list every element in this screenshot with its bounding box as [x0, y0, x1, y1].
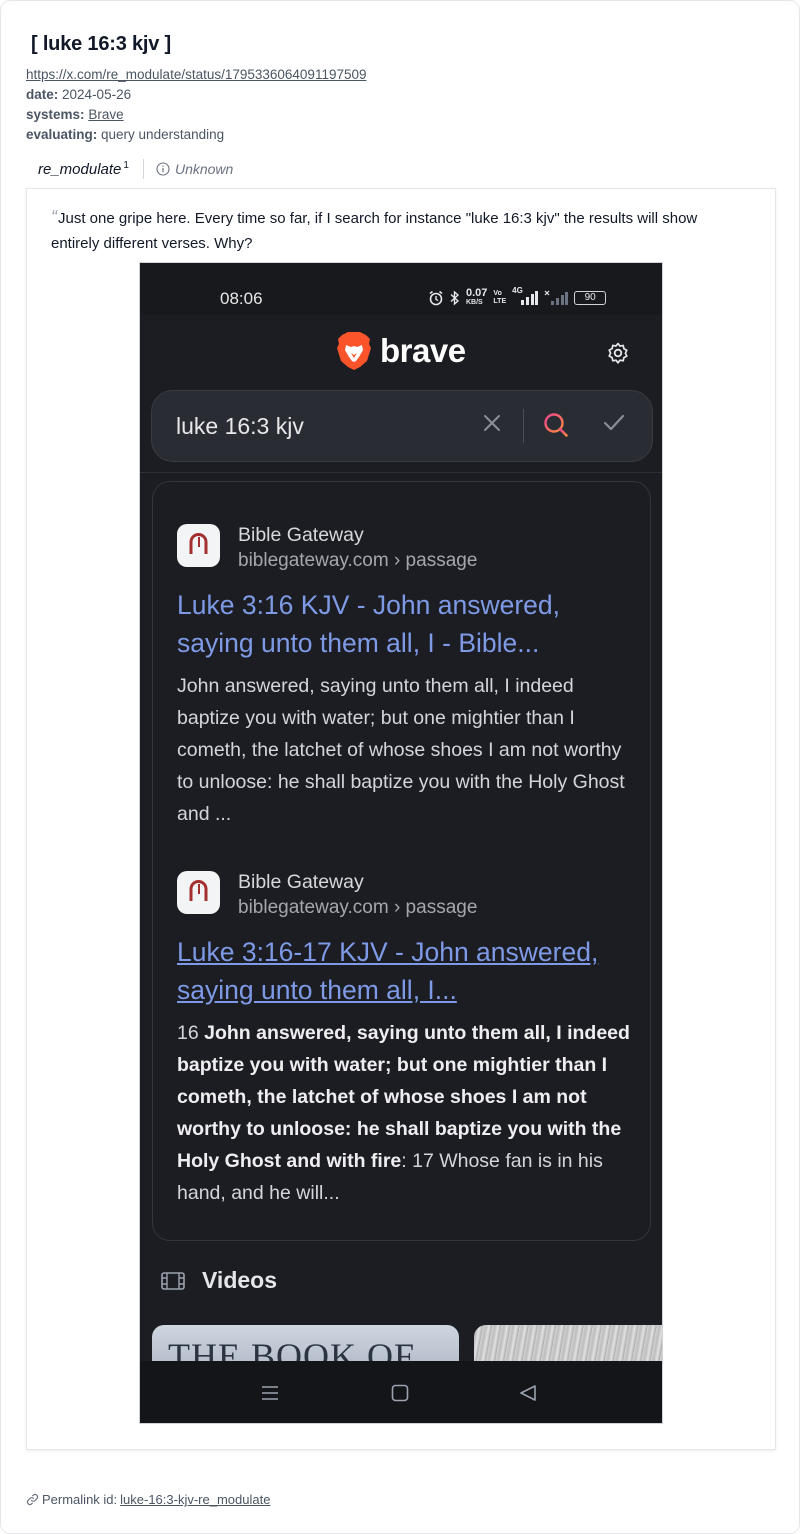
volte-bottom: LTE	[493, 298, 507, 305]
status-time: 08:06	[220, 289, 263, 308]
signal-icon	[521, 291, 539, 305]
net-speed-unit: KB/S	[466, 299, 483, 306]
home-button[interactable]	[390, 1383, 410, 1408]
result-site-name: Bible Gateway	[238, 871, 364, 893]
alarm-icon	[429, 290, 443, 306]
header-divider	[140, 472, 662, 473]
confirm-button[interactable]	[602, 413, 626, 438]
systems-link[interactable]: Brave	[88, 107, 123, 122]
checkmark-icon	[603, 414, 625, 431]
result-description: John answered, saying unto them all, I i…	[177, 675, 625, 825]
author-name: re_modulate	[38, 161, 122, 178]
quote-mark: “	[51, 207, 57, 227]
source-link-row: https://x.com/re_modulate/status/1795336…	[26, 67, 367, 82]
close-icon	[484, 415, 500, 431]
net-speed: 0.07 KB/S	[466, 287, 488, 307]
brave-lion-icon	[337, 332, 371, 370]
film-icon	[161, 1271, 185, 1290]
permalink-label: Permalink id:	[42, 1492, 118, 1507]
search-divider	[523, 409, 524, 443]
status-bar: 08:06 0.07 KB/S Vo LTE 4G 90	[140, 263, 662, 315]
brave-logo: brave	[336, 331, 466, 371]
bluetooth-icon	[450, 290, 460, 306]
result-site-name: Bible Gateway	[238, 524, 364, 546]
recents-button[interactable]	[260, 1383, 280, 1408]
result-title-link[interactable]: Luke 3:16 KJV - John answered, saying un…	[177, 586, 637, 662]
square-home-icon	[391, 1384, 409, 1402]
android-nav-bar	[140, 1361, 662, 1423]
info-icon	[156, 162, 170, 176]
systems-label: systems:	[26, 107, 85, 122]
evaluating-value: query understanding	[101, 127, 225, 142]
brand-wordmark: brave	[380, 332, 466, 369]
settings-button[interactable]	[606, 341, 630, 370]
search-input[interactable]: luke 16:3 kjv	[176, 413, 304, 440]
link-icon	[26, 1493, 39, 1506]
results-card: Bible Gateway biblegateway.com › passage…	[152, 481, 651, 1241]
unknown-label: Unknown	[174, 161, 234, 177]
status-icons: 0.07 KB/S Vo LTE 4G 90	[428, 286, 607, 307]
result-description: 16 John answered, saying unto them all, …	[177, 1017, 637, 1209]
evaluating-label: evaluating:	[26, 127, 98, 142]
signal-strength-1: 4G	[512, 286, 539, 306]
volte-indicator: Vo LTE	[493, 290, 506, 306]
evaluating-row: evaluating: query understanding	[26, 127, 224, 142]
search-bar[interactable]: luke 16:3 kjv	[151, 390, 653, 462]
quote-text: “Just one gripe here. Every time so far,…	[51, 205, 741, 256]
permalink-row: Permalink id: luke-16:3-kjv-re_modulate	[26, 1492, 270, 1507]
result-site-url[interactable]: biblegateway.com › passage	[238, 550, 477, 572]
date-label: date:	[26, 87, 59, 102]
tab-divider	[142, 159, 144, 179]
volte-top: Vo	[493, 290, 502, 297]
back-button[interactable]	[518, 1383, 538, 1408]
result-title-link[interactable]: Luke 3:16-17 KJV - John answered, saying…	[177, 933, 637, 1009]
tab-unknown[interactable]: Unknown	[156, 161, 233, 177]
videos-label: Videos	[202, 1267, 277, 1293]
bible-gateway-favicon	[177, 871, 220, 914]
phone-screenshot: 08:06 0.07 KB/S Vo LTE 4G 90 brave luke …	[139, 262, 663, 1424]
result-site-url[interactable]: biblegateway.com › passage	[238, 897, 477, 919]
signal-weak-icon	[544, 290, 569, 305]
menu-lines-icon	[262, 1386, 278, 1400]
bible-gateway-logo-icon	[189, 533, 208, 554]
source-link[interactable]: https://x.com/re_modulate/status/1795336…	[26, 67, 367, 82]
battery-indicator: 90	[574, 291, 607, 305]
quote-body: Just one gripe here. Every time so far, …	[51, 210, 698, 252]
date-row: date: 2024-05-26	[26, 87, 131, 102]
systems-row: systems: Brave	[26, 107, 124, 122]
author-footnote: 1	[123, 160, 129, 171]
gear-icon	[608, 342, 628, 364]
page-title: [ luke 16:3 kjv ]	[31, 33, 171, 55]
net-speed-value: 0.07	[466, 287, 488, 299]
videos-section-header: Videos	[160, 1267, 277, 1294]
back-triangle-icon	[520, 1385, 536, 1401]
desc-prefix: 16	[177, 1022, 205, 1044]
bible-gateway-favicon	[177, 524, 220, 567]
date-value: 2024-05-26	[62, 87, 132, 102]
source-tabs: re_modulate 1 Unknown	[26, 156, 233, 182]
bible-gateway-logo-icon	[189, 880, 208, 901]
tab-author[interactable]: re_modulate 1	[26, 160, 129, 178]
permalink-link[interactable]: luke-16:3-kjv-re_modulate	[120, 1492, 270, 1507]
browser-header: brave	[140, 315, 662, 393]
clear-search-button[interactable]	[482, 413, 502, 438]
search-icon	[544, 413, 568, 437]
search-submit-button[interactable]	[542, 411, 570, 444]
page-container: [ luke 16:3 kjv ] https://x.com/re_modul…	[0, 0, 800, 1534]
